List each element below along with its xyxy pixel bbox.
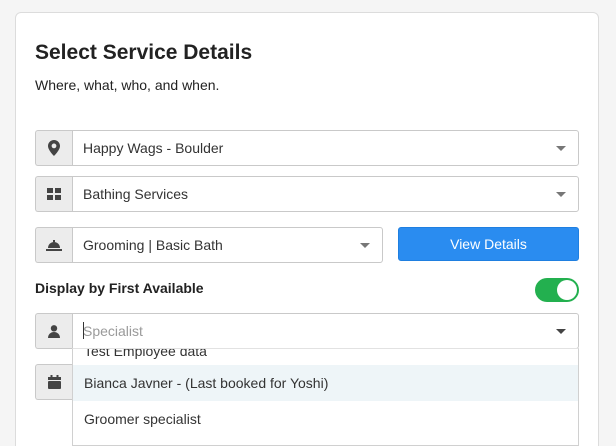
service-field: Grooming | Basic Bath <box>35 227 383 263</box>
specialist-dropdown: Test Employee data Bianca Javner - (Last… <box>72 348 579 446</box>
first-available-label: Display by First Available <box>35 280 204 296</box>
map-pin-icon <box>48 140 60 156</box>
chevron-down-icon[interactable] <box>556 329 566 334</box>
service-select[interactable]: Grooming | Basic Bath <box>72 227 383 263</box>
category-field: Bathing Services <box>35 176 579 212</box>
text-cursor <box>83 322 84 339</box>
service-value: Grooming | Basic Bath <box>83 237 223 253</box>
page-subtitle: Where, what, who, and when. <box>35 77 220 93</box>
toggle-knob <box>557 280 577 300</box>
list-item[interactable]: Bianca Javner - (Last booked for Yoshi) <box>73 365 578 401</box>
specialist-field <box>35 313 579 349</box>
chevron-down-icon <box>556 192 566 197</box>
category-select[interactable]: Bathing Services <box>72 176 579 212</box>
date-addon <box>35 364 72 400</box>
user-icon <box>48 324 60 338</box>
category-addon <box>35 176 72 212</box>
chevron-down-icon <box>360 243 370 248</box>
calendar-icon <box>47 375 61 389</box>
specialist-input[interactable] <box>73 314 578 348</box>
location-field: Happy Wags - Boulder <box>35 130 579 166</box>
service-addon <box>35 227 72 263</box>
location-value: Happy Wags - Boulder <box>83 140 224 156</box>
location-select[interactable]: Happy Wags - Boulder <box>72 130 579 166</box>
list-item[interactable]: Groomer specialist <box>73 401 578 437</box>
specialist-input-wrap <box>72 313 579 349</box>
specialist-addon <box>35 313 72 349</box>
page-title: Select Service Details <box>35 41 253 64</box>
chevron-down-icon <box>556 146 566 151</box>
category-value: Bathing Services <box>83 186 189 202</box>
service-bell-icon <box>46 240 62 251</box>
location-addon <box>35 130 72 166</box>
grid-icon <box>47 188 61 200</box>
view-details-button[interactable]: View Details <box>398 227 579 261</box>
first-available-toggle[interactable] <box>535 278 579 302</box>
